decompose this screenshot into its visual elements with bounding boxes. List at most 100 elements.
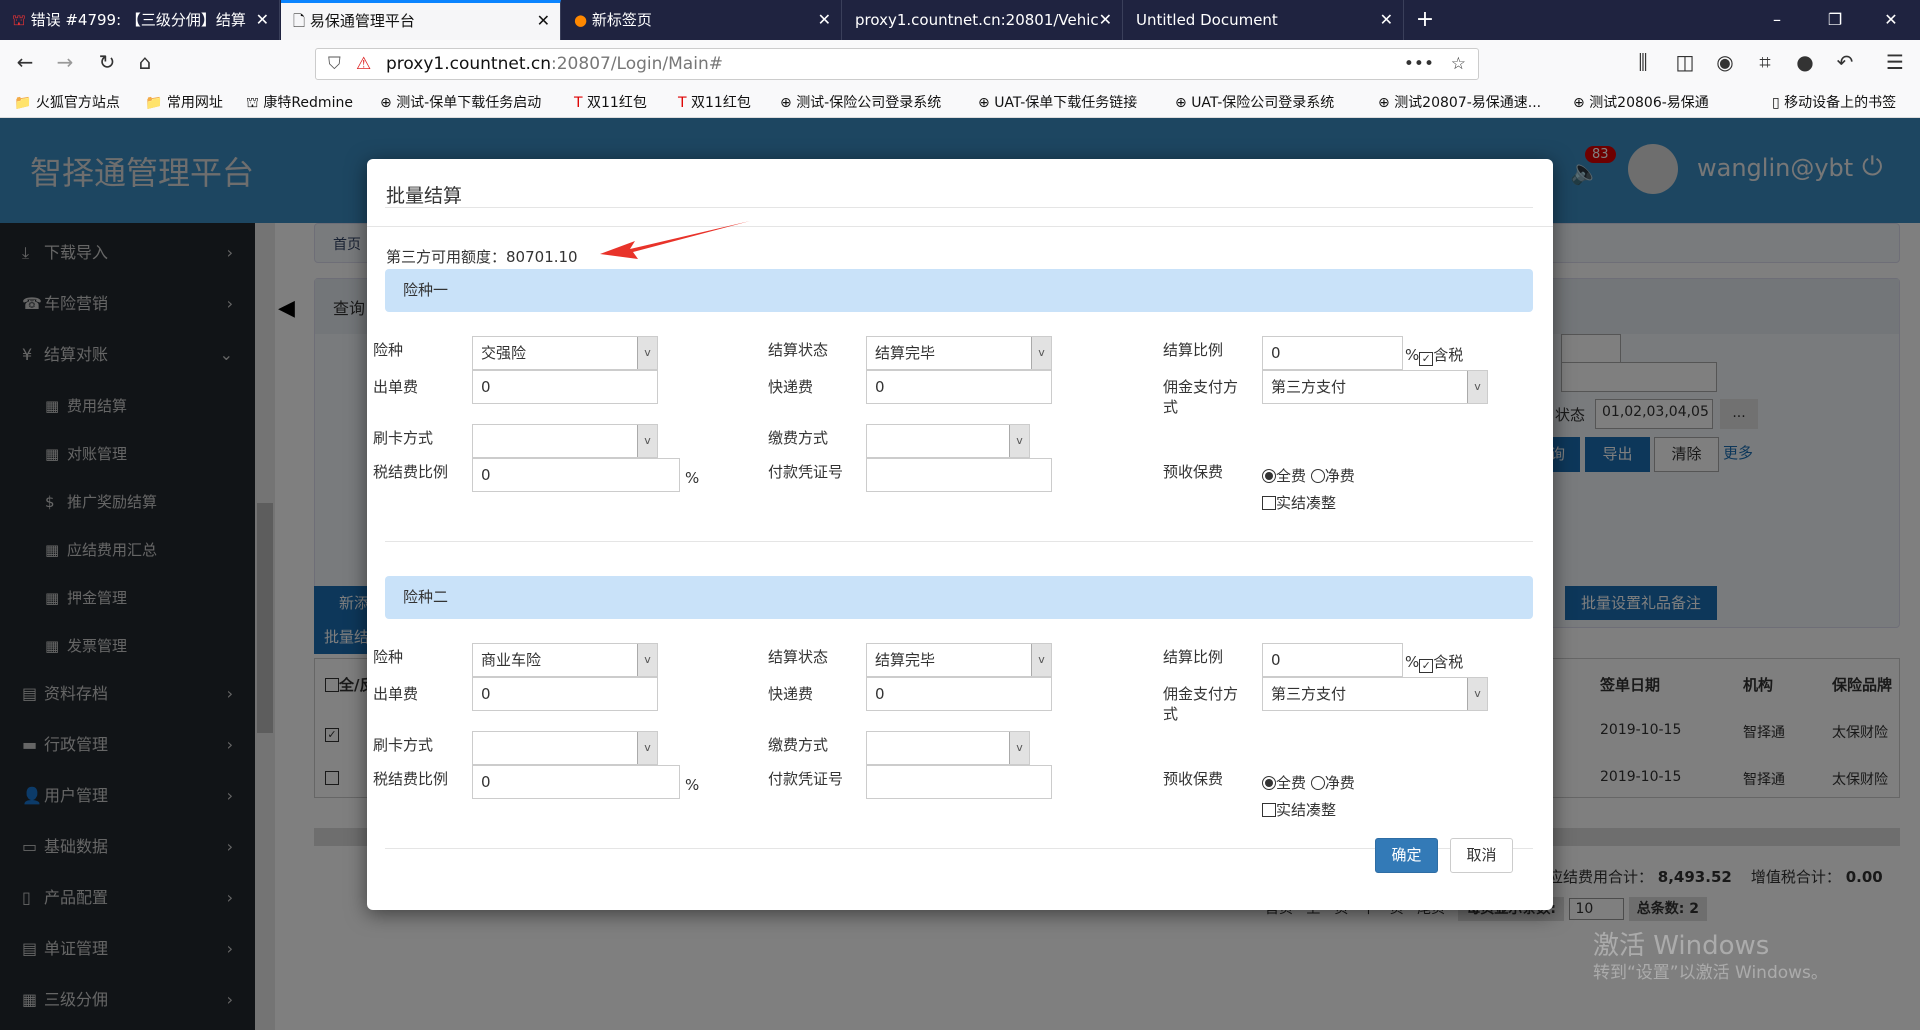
bookmark-item[interactable]: 📁 火狐官方站点 <box>14 88 120 118</box>
commission-pay-select[interactable]: 第三方支付 v <box>1262 370 1488 404</box>
divider <box>385 848 1533 849</box>
bookmark-icon: 📁 <box>14 95 36 111</box>
bookmark-item[interactable]: ⊕ 测试-保险公司登录系统 <box>780 88 941 118</box>
tax-included-checkbox[interactable]: % ✓ 含税 <box>1405 652 1463 673</box>
radio-full[interactable]: 全费 <box>1262 467 1306 485</box>
more-icon[interactable]: ••• <box>1404 49 1434 79</box>
url-input[interactable]: ⛉ ⚠ proxy1.countnet.cn:20807/Login/Main# ☆ •… <box>315 48 1479 80</box>
bookmark-item[interactable]: 📁 常用网址 <box>145 88 223 118</box>
chat-icon[interactable]: ● <box>1790 50 1820 74</box>
label-settle-status: 结算状态 <box>768 648 829 666</box>
issue-fee-input[interactable]: 0 <box>472 677 658 711</box>
bookmark-item[interactable]: ⊕ 测试20806-易保通 <box>1573 88 1709 118</box>
close-icon[interactable]: ✕ <box>537 3 550 39</box>
restore-icon[interactable]: ❐ <box>1810 0 1860 40</box>
tab-bar: ⛫ 错误 #4799: 【三级分佣】结算 ✕ 🗋 易保通管理平台 ✕ ● 新标签页 ✕… <box>0 0 1920 40</box>
home-icon[interactable]: ⌂ <box>130 50 160 74</box>
radio-net[interactable]: 净费 <box>1306 467 1355 485</box>
insurance-select[interactable]: 商业车险 v <box>472 643 658 677</box>
radio-net[interactable]: 净费 <box>1306 774 1355 792</box>
settle-status-select[interactable]: 结算完毕 v <box>866 643 1052 677</box>
bookmark-item[interactable]: ⊕ UAT-保险公司登录系统 <box>1175 88 1334 118</box>
bookmark-icon: 📁 <box>145 95 167 111</box>
tax-ratio-input[interactable]: 0 <box>472 765 680 799</box>
issue-fee-input[interactable]: 0 <box>472 370 658 404</box>
menu-icon[interactable]: ☰ <box>1880 50 1910 74</box>
url-path: :20807/Login/Main# <box>551 54 723 74</box>
tab-proxy[interactable]: proxy1.countnet.cn:20801/Vehic ✕ <box>843 0 1123 40</box>
pay-method-select[interactable]: v <box>866 731 1030 765</box>
windows-watermark: 激活 Windows <box>1593 931 1770 961</box>
bookmark-item[interactable]: ▯ 移动设备上的书签 <box>1772 88 1896 118</box>
tab-newtab[interactable]: ● 新标签页 ✕ <box>562 0 842 40</box>
forward-icon[interactable]: → <box>50 50 80 74</box>
tab-untitled[interactable]: Untitled Document ✕ <box>1124 0 1404 40</box>
settle-status-select[interactable]: 结算完毕 v <box>866 336 1052 370</box>
star-icon[interactable]: ☆ <box>1451 49 1466 79</box>
chevron-down-icon: v <box>637 732 657 764</box>
prepay-radio-group: 全费 净费 <box>1262 466 1355 486</box>
nav-bar: ← → ↻ ⌂ ⛉ ⚠ proxy1.countnet.cn:20807/Login… <box>0 40 1920 88</box>
sidebar-icon[interactable]: ◫ <box>1670 50 1700 74</box>
settle-ratio-input[interactable]: 0 <box>1262 336 1403 370</box>
label-settle-status: 结算状态 <box>768 341 829 359</box>
commission-pay-select[interactable]: 第三方支付 v <box>1262 677 1488 711</box>
select-value: 第三方支付 <box>1271 378 1347 396</box>
bookmark-item[interactable]: ⊕ 测试-保单下载任务启动 <box>380 88 541 118</box>
bookmark-item[interactable]: ⊕ 测试20807-易保通速... <box>1378 88 1541 118</box>
bookmark-item[interactable]: ⊕ UAT-保单下载任务链接 <box>978 88 1137 118</box>
account-icon[interactable]: ◉ <box>1710 50 1740 74</box>
express-fee-input[interactable]: 0 <box>866 677 1052 711</box>
voucher-input[interactable] <box>866 458 1052 492</box>
round-checkbox[interactable]: 实结凑整 <box>1262 493 1336 513</box>
checkbox-checked-icon: ✓ <box>1419 352 1434 366</box>
checkbox-icon <box>1262 496 1276 510</box>
close-icon[interactable]: ✕ <box>1380 0 1393 40</box>
tab-label: Untitled Document <box>1136 11 1278 29</box>
tab-platform[interactable]: 🗋 易保通管理平台 ✕ <box>281 0 561 40</box>
pay-method-select[interactable]: v <box>866 424 1030 458</box>
bookmark-label: 火狐官方站点 <box>35 95 120 111</box>
reload-icon[interactable]: ↻ <box>92 50 122 74</box>
tab-bug[interactable]: ⛫ 错误 #4799: 【三级分佣】结算 ✕ <box>0 0 280 40</box>
cancel-button[interactable]: 取消 <box>1450 838 1513 873</box>
undo-icon[interactable]: ↶ <box>1830 50 1860 74</box>
back-icon[interactable]: ← <box>10 50 40 74</box>
shield-icon: ⛉ <box>328 54 341 74</box>
card-method-select[interactable]: v <box>472 424 658 458</box>
confirm-button[interactable]: 确定 <box>1375 838 1438 873</box>
bookmark-item[interactable]: ⛫ 康特Redmine <box>246 88 353 118</box>
bookmark-item[interactable]: T 双11红包 <box>574 88 647 118</box>
screenshot-icon[interactable]: ⌗ <box>1750 50 1780 74</box>
chevron-down-icon: v <box>1009 425 1029 457</box>
radio-full[interactable]: 全费 <box>1262 774 1306 792</box>
close-icon[interactable]: ✕ <box>256 0 269 40</box>
bookmark-icon: ⊕ <box>978 95 995 111</box>
label-commission-pay: 佣金支付方式 <box>1163 685 1239 723</box>
tax-ratio-input[interactable]: 0 <box>472 458 680 492</box>
url-host: proxy1.countnet.cn <box>386 54 552 74</box>
new-tab-icon[interactable]: + <box>1400 0 1450 40</box>
insurance-select[interactable]: 交强险 v <box>472 336 658 370</box>
library-icon[interactable]: ⫼ <box>1628 50 1658 74</box>
card-method-select[interactable]: v <box>472 731 658 765</box>
close-icon[interactable]: ✕ <box>1099 0 1112 40</box>
window-close-icon[interactable]: ✕ <box>1866 0 1916 40</box>
round-checkbox[interactable]: 实结凑整 <box>1262 800 1336 820</box>
close-icon[interactable]: ✕ <box>818 0 831 40</box>
minimize-icon[interactable]: – <box>1752 0 1802 40</box>
bookmark-icon: ⊕ <box>380 95 397 111</box>
tax-included-checkbox[interactable]: % ✓ 含税 <box>1405 345 1463 366</box>
label-settle-ratio: 结算比例 <box>1163 648 1224 666</box>
settle-ratio-input[interactable]: 0 <box>1262 643 1403 677</box>
bookmark-t-icon: T <box>574 95 588 111</box>
bookmarks-bar: 📁 火狐官方站点 📁 常用网址 ⛫ 康特Redmine ⊕ 测试-保单下载任务启动 T … <box>0 88 1920 118</box>
label-settle-ratio: 结算比例 <box>1163 341 1224 359</box>
checkbox-checked-icon: ✓ <box>1419 659 1434 673</box>
express-fee-input[interactable]: 0 <box>866 370 1052 404</box>
tax-included-label: 含税 <box>1433 653 1464 671</box>
percent-sign: % <box>1405 653 1420 671</box>
bookmark-item[interactable]: T 双11红包 <box>678 88 751 118</box>
voucher-input[interactable] <box>866 765 1052 799</box>
label-insurance: 险种 <box>373 341 404 359</box>
